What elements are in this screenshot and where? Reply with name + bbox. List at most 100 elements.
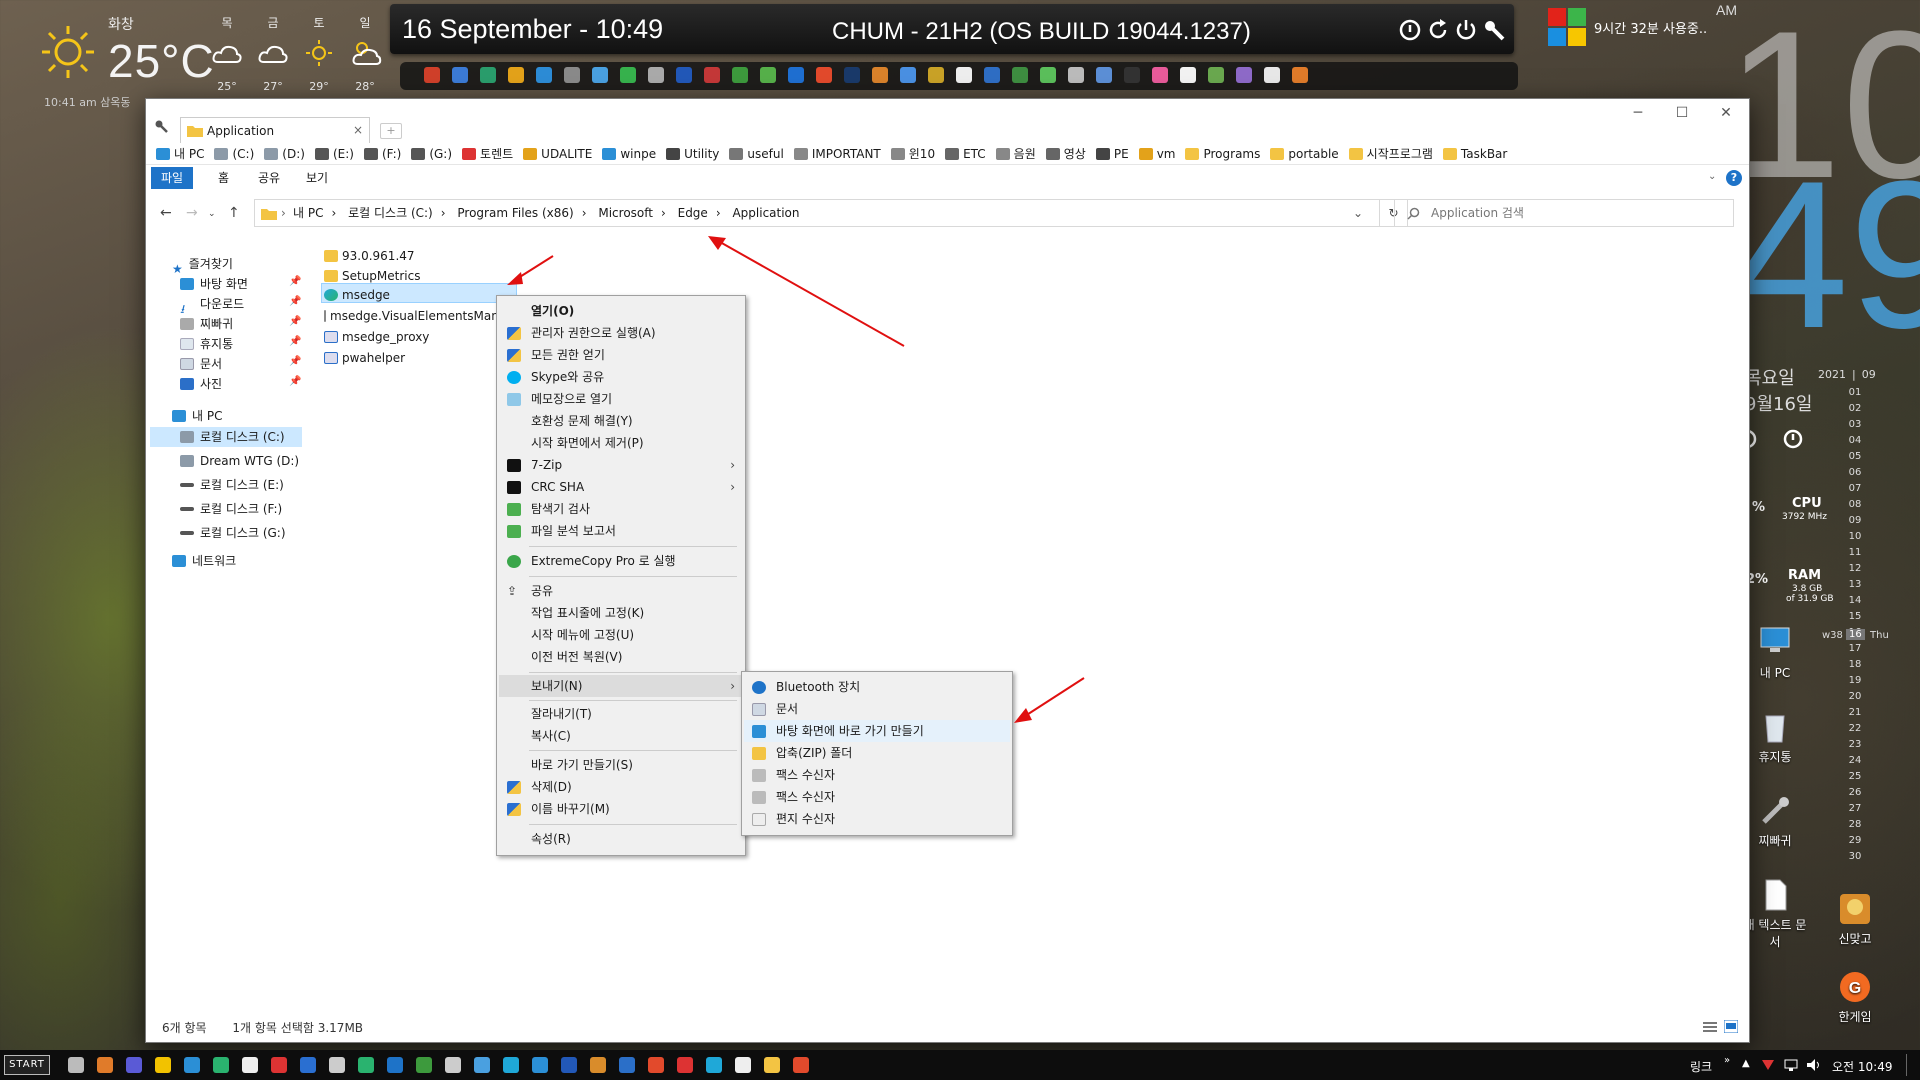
volume-icon[interactable] bbox=[1806, 1058, 1822, 1072]
menu-item-take-ownership[interactable]: 모든 권한 얻기 bbox=[499, 344, 743, 366]
tray-app-icon[interactable] bbox=[1760, 1058, 1776, 1072]
close-tab-icon[interactable]: × bbox=[353, 123, 363, 137]
favorite-item[interactable]: PE bbox=[1095, 143, 1129, 164]
app-launcher-icon[interactable] bbox=[536, 67, 552, 83]
taskbar-app-icon[interactable] bbox=[648, 1057, 664, 1073]
taskbar-app-icon[interactable] bbox=[300, 1057, 316, 1073]
nav-item-recycle-bin[interactable]: 휴지통 bbox=[180, 333, 233, 355]
power-info-icon[interactable] bbox=[1782, 428, 1804, 450]
chevron-right-icon[interactable]: » bbox=[1724, 1055, 1730, 1066]
menu-item-rename[interactable]: 이름 바꾸기(M) bbox=[499, 798, 743, 820]
details-view-icon[interactable] bbox=[1703, 1021, 1717, 1033]
breadcrumb-item[interactable]: 로컬 디스크 (C:) bbox=[348, 206, 433, 220]
app-launcher-icon[interactable] bbox=[564, 67, 580, 83]
nav-network[interactable]: 네트워크 bbox=[172, 550, 236, 572]
app-launcher-icon[interactable] bbox=[844, 67, 860, 83]
help-icon[interactable]: ? bbox=[1726, 170, 1742, 186]
pin-icon[interactable]: 📌 bbox=[289, 376, 301, 387]
app-launcher-icon[interactable] bbox=[1236, 67, 1252, 83]
new-tab-button[interactable]: + bbox=[380, 123, 402, 139]
favorite-item[interactable]: 내 PC bbox=[156, 143, 204, 164]
taskbar-app-icon[interactable] bbox=[68, 1057, 84, 1073]
favorite-item[interactable]: (F:) bbox=[363, 143, 401, 164]
sendto-item-mail[interactable]: 편지 수신자 bbox=[744, 808, 1010, 830]
taskbar-app-icon[interactable] bbox=[445, 1057, 461, 1073]
favorite-item[interactable]: (D:) bbox=[264, 143, 305, 164]
menu-item-open-notepad[interactable]: 메모장으로 열기 bbox=[499, 388, 743, 410]
forward-arrow-icon[interactable]: → bbox=[186, 205, 198, 221]
link-toolbar[interactable]: 링크 bbox=[1690, 1058, 1712, 1075]
menu-item-7zip[interactable]: 7-Zip › bbox=[499, 454, 743, 476]
sendto-item-desktop-shortcut[interactable]: 바탕 화면에 바로 가기 만들기 bbox=[744, 720, 1010, 742]
pin-icon[interactable]: 📌 bbox=[289, 296, 301, 307]
app-launcher-icon[interactable] bbox=[620, 67, 636, 83]
app-launcher-icon[interactable] bbox=[424, 67, 440, 83]
nav-item-documents[interactable]: 문서 bbox=[180, 353, 222, 375]
favorite-item[interactable]: (E:) bbox=[314, 143, 354, 164]
favorite-item[interactable]: IMPORTANT bbox=[793, 143, 881, 164]
app-launcher-icon[interactable] bbox=[508, 67, 524, 83]
network-icon[interactable] bbox=[1784, 1058, 1800, 1072]
ribbon-tab-home[interactable]: 홈 bbox=[208, 167, 239, 189]
menu-item-pin-start[interactable]: 시작 메뉴에 고정(U) bbox=[499, 624, 743, 646]
file-item[interactable]: pwahelper bbox=[324, 349, 405, 367]
menu-item-cut[interactable]: 잘라내기(T) bbox=[499, 703, 743, 725]
sendto-item-zip[interactable]: 압축(ZIP) 폴더 bbox=[744, 742, 1010, 764]
breadcrumb-item[interactable]: Microsoft bbox=[598, 206, 653, 220]
app-launcher-icon[interactable] bbox=[984, 67, 1000, 83]
maximize-icon[interactable]: ☐ bbox=[1660, 105, 1704, 127]
menu-item-create-shortcut[interactable]: 바로 가기 만들기(S) bbox=[499, 754, 743, 776]
taskbar-app-icon[interactable] bbox=[764, 1057, 780, 1073]
app-launcher-icon[interactable] bbox=[1040, 67, 1056, 83]
ribbon-tab-share[interactable]: 공유 bbox=[248, 167, 290, 189]
taskbar-app-icon[interactable] bbox=[416, 1057, 432, 1073]
favorite-item[interactable]: (C:) bbox=[214, 143, 254, 164]
app-launcher-icon[interactable] bbox=[1152, 67, 1168, 83]
app-launcher-icon[interactable] bbox=[1208, 67, 1224, 83]
app-launcher-icon[interactable] bbox=[1096, 67, 1112, 83]
favorite-item[interactable]: UDALITE bbox=[523, 143, 592, 164]
recent-locations-icon[interactable]: ⌄ bbox=[208, 209, 216, 219]
taskbar-app-icon[interactable] bbox=[561, 1057, 577, 1073]
app-launcher-icon[interactable] bbox=[480, 67, 496, 83]
file-item[interactable]: msedge_proxy bbox=[324, 328, 429, 346]
nav-item-pictures[interactable]: 사진 bbox=[180, 373, 222, 395]
taskbar-app-icon[interactable] bbox=[242, 1057, 258, 1073]
shutdown-icon[interactable] bbox=[1454, 18, 1478, 42]
taskbar-app-icon[interactable] bbox=[532, 1057, 548, 1073]
favorite-item[interactable]: 윈10 bbox=[890, 143, 935, 164]
menu-item-extremecopy[interactable]: ExtremeCopy Pro 로 실행 bbox=[499, 550, 743, 572]
pin-icon[interactable]: 📌 bbox=[289, 316, 301, 327]
ribbon-tab-file[interactable]: 파일 bbox=[151, 167, 194, 189]
taskbar-app-icon[interactable] bbox=[735, 1057, 751, 1073]
taskbar-app-icon[interactable] bbox=[677, 1057, 693, 1073]
app-launcher-icon[interactable] bbox=[1264, 67, 1280, 83]
breadcrumb-item[interactable]: 내 PC bbox=[293, 206, 323, 220]
menu-item-pin-taskbar[interactable]: 작업 표시줄에 고정(K) bbox=[499, 602, 743, 624]
desktop-icon-this-pc[interactable]: 내 PC bbox=[1740, 626, 1810, 681]
menu-item-crc-sha[interactable]: CRC SHA › bbox=[499, 476, 743, 498]
start-button[interactable]: START bbox=[4, 1055, 50, 1075]
menu-item-unpin-start[interactable]: 시작 화면에서 제거(P) bbox=[499, 432, 743, 454]
file-item[interactable]: SetupMetrics bbox=[324, 267, 421, 285]
menu-item-delete[interactable]: 삭제(D) bbox=[499, 776, 743, 798]
favorite-item[interactable]: Utility bbox=[666, 143, 719, 164]
sendto-item-fax[interactable]: 팩스 수신자 bbox=[744, 786, 1010, 808]
app-launcher-icon[interactable] bbox=[1012, 67, 1028, 83]
nav-item-downloads[interactable]: ⭳ 다운로드 bbox=[180, 293, 244, 316]
taskbar-app-icon[interactable] bbox=[329, 1057, 345, 1073]
menu-item-send-to[interactable]: 보내기(N) › bbox=[499, 675, 743, 697]
menu-item-skype-share[interactable]: Skype와 공유 bbox=[499, 366, 743, 388]
breadcrumb-item[interactable]: Program Files (x86) bbox=[457, 206, 573, 220]
pin-icon[interactable]: 📌 bbox=[289, 276, 301, 287]
nav-drive-d[interactable]: Dream WTG (D:) bbox=[180, 450, 299, 472]
taskbar-app-icon[interactable] bbox=[271, 1057, 287, 1073]
favorite-item[interactable]: 시작프로그램 bbox=[1348, 143, 1433, 164]
app-launcher-icon[interactable] bbox=[1180, 67, 1196, 83]
back-arrow-icon[interactable]: ← bbox=[160, 205, 172, 221]
file-item[interactable]: msedge.VisualElementsManifest bbox=[324, 307, 498, 325]
app-launcher-icon[interactable] bbox=[1068, 67, 1084, 83]
menu-item-properties[interactable]: 속성(R) bbox=[499, 828, 743, 850]
app-launcher-icon[interactable] bbox=[900, 67, 916, 83]
menu-item-run-as-admin[interactable]: 관리자 권한으로 실행(A) bbox=[499, 322, 743, 344]
